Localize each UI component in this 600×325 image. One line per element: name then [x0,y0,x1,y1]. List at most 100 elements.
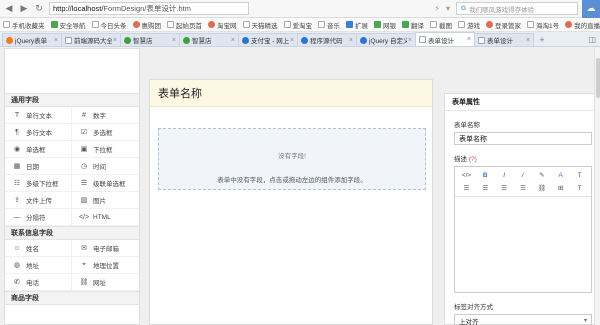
bookmark-item[interactable]: 起始页首 [164,20,205,30]
browser-tab[interactable]: 程序源代码 × [297,33,357,46]
field-type-item[interactable]: ✆ 电话 [5,274,72,291]
field-type-item[interactable]: ▦ 日期 [5,158,72,175]
close-icon[interactable]: × [408,37,412,44]
field-group-title: 通用字段 [5,93,139,107]
browser-tab[interactable]: 智慧店 × [179,33,239,46]
lightning-icon[interactable]: ⚡ [434,4,440,13]
url-input[interactable]: http://localhost/FormDesign/表单设计.htm [49,2,249,15]
field-type-item[interactable]: — 分隔符 [5,209,72,226]
field-type-item[interactable]: ◍ 地址 [5,257,72,274]
bookmark-item[interactable]: 截图 [427,20,455,30]
field-type-item[interactable]: ¶ 多行文本 [5,124,72,141]
field-type-item[interactable]: ▣ 下拉框 [72,141,139,158]
forward-icon[interactable]: ▶ [18,3,30,15]
bookmark-item[interactable]: 扩展 [343,20,371,30]
tab-favicon [301,36,308,44]
field-type-item[interactable]: ☷ 多级下拉框 [5,175,72,192]
editor-toolbar-button[interactable]: ✎ [532,170,551,180]
close-icon[interactable]: × [172,37,176,44]
editor-toolbar-button[interactable]: ☰ [476,183,495,193]
browser-tab[interactable]: jQuery表单 × [2,33,62,46]
tab-tools: ◫ [588,32,600,46]
browser-tab[interactable]: 前端源码大全 × [61,33,121,46]
panel-title: 表单属性 [445,94,599,111]
reload-icon[interactable]: ↻ [33,3,45,15]
field-type-label: 姓名 [26,246,39,253]
bookmark-label: 今日头条 [100,22,127,30]
close-icon[interactable]: × [113,37,117,44]
browser-tab[interactable]: 表单设计 × [474,33,534,46]
editor-toolbar-button[interactable]: ☰ [457,183,476,193]
bookmark-item[interactable]: 登录管家 [483,20,524,30]
field-type-item[interactable]: ☰ 级联单选框 [72,175,139,192]
bookmark-item[interactable]: 翻译 [399,20,427,30]
description-editor[interactable]: </> B I ⁄ ✎ A T ☰ ☰ ☰ ☰ ⛓ ⊞ T [454,166,592,293]
browser-tab[interactable]: jQuery 自定义 × [356,33,416,46]
back-icon[interactable]: ◀ [3,3,15,15]
editor-toolbar-button[interactable]: B [476,170,495,180]
close-icon[interactable]: × [349,37,353,44]
field-type-item[interactable]: ▨ 图片 [72,192,139,209]
bookmark-item[interactable]: 音乐 [315,20,343,30]
editor-toolbar-button[interactable]: ⊞ [551,183,570,193]
scrollbar-thumb[interactable] [596,58,600,98]
editor-toolbar-button[interactable]: A [551,170,570,180]
field-type-item[interactable]: </> HTML [72,209,139,226]
close-icon[interactable]: × [54,37,58,44]
field-type-item[interactable]: ⌖ 地理位置 [72,257,139,274]
field-type-icon: — [13,213,21,221]
editor-toolbar-button[interactable]: ☰ [495,183,514,193]
close-icon[interactable]: × [231,37,235,44]
vertical-scrollbar[interactable] [594,48,600,325]
editor-toolbar-button[interactable]: </> [457,170,476,180]
bookmark-item[interactable]: 手机收藏夹 [0,20,48,30]
editor-toolbar-button[interactable]: ☰ [514,183,533,193]
bookmark-item[interactable]: 今日头条 [89,20,130,30]
bookmark-item[interactable]: 我的直播 [562,20,600,30]
bookmark-item[interactable]: 网银 [371,20,399,30]
field-type-item[interactable]: ◉ 单选框 [5,141,72,158]
form-name-input[interactable]: 表单名称 [454,132,592,145]
search-engine-icon[interactable]: G [461,5,466,12]
bookmark-item[interactable]: 安全导航 [48,20,89,30]
help-icon[interactable]: (?) [469,156,477,163]
empty-dropzone[interactable]: 没有字段! 表单中没有字段，点击或拖动左边的组件添加字段。 [158,128,426,190]
cloud-icon[interactable]: ☁ [582,0,600,18]
form-title[interactable]: 表单名称 [150,80,432,107]
editor-toolbar-button[interactable]: T [570,170,589,180]
editor-toolbar-button[interactable]: T [570,183,589,193]
bookmark-item[interactable]: 游戏 [455,20,483,30]
field-type-item[interactable]: ✉ 电子邮箱 [72,240,139,257]
search-placeholder: 我们哪风游戏得存体验 [469,6,535,14]
tab-list-icon[interactable]: ◫ [588,35,596,44]
bookmark-icon [402,21,409,28]
form-canvas[interactable]: 表单名称 没有字段! 表单中没有字段，点击或拖动左边的组件添加字段。 [149,79,433,325]
field-group-grid: T 单行文本 # 数字 ¶ 多行文本 ☑ 多选框 ◉ 单选框 ▣ 下拉框 ▦ 日期 ◷ 时间 ☷ 多级下拉框 ☰ 级联… [5,107,139,226]
field-type-item[interactable]: ⛓ 网址 [72,274,139,291]
bookmark-item[interactable]: 爱淘宝 [281,20,316,30]
bookmark-item[interactable]: 海淘1号 [524,20,562,30]
bookmark-item[interactable]: 惠购团 [130,20,165,30]
browser-tab[interactable]: 支付宝 - 网上 × [238,33,298,46]
field-type-item[interactable]: # 数字 [72,107,139,124]
editor-toolbar-button[interactable]: ⁄ [514,170,533,180]
field-type-item[interactable]: ⇪ 文件上传 [5,192,72,209]
field-type-item[interactable]: ◷ 时间 [72,158,139,175]
editor-toolbar-button[interactable]: I [495,170,514,180]
field-type-item[interactable]: ☑ 多选框 [72,124,139,141]
close-icon[interactable]: × [467,36,471,43]
editor-toolbar-button[interactable]: ⛓ [532,183,551,193]
browser-tab[interactable]: 表单设计 × [415,32,475,46]
close-icon[interactable]: × [526,37,530,44]
url-host: http://localhost/ [53,4,104,13]
search-input[interactable]: G 我们哪风游戏得存体验 [456,2,578,15]
label-align-select[interactable]: 上对齐 ▾ [454,314,592,325]
bookmark-item[interactable]: 淘宝网 [205,20,240,30]
browser-tab[interactable]: 智慧店 × [120,33,180,46]
field-type-item[interactable]: T 单行文本 [5,107,72,124]
bookmark-item[interactable]: 天猫精选 [240,20,281,30]
field-type-item[interactable]: ☺ 姓名 [5,240,72,257]
new-tab-icon[interactable]: + [536,34,548,46]
close-icon[interactable]: × [290,37,294,44]
dropdown-icon[interactable]: ▾ [446,4,450,13]
